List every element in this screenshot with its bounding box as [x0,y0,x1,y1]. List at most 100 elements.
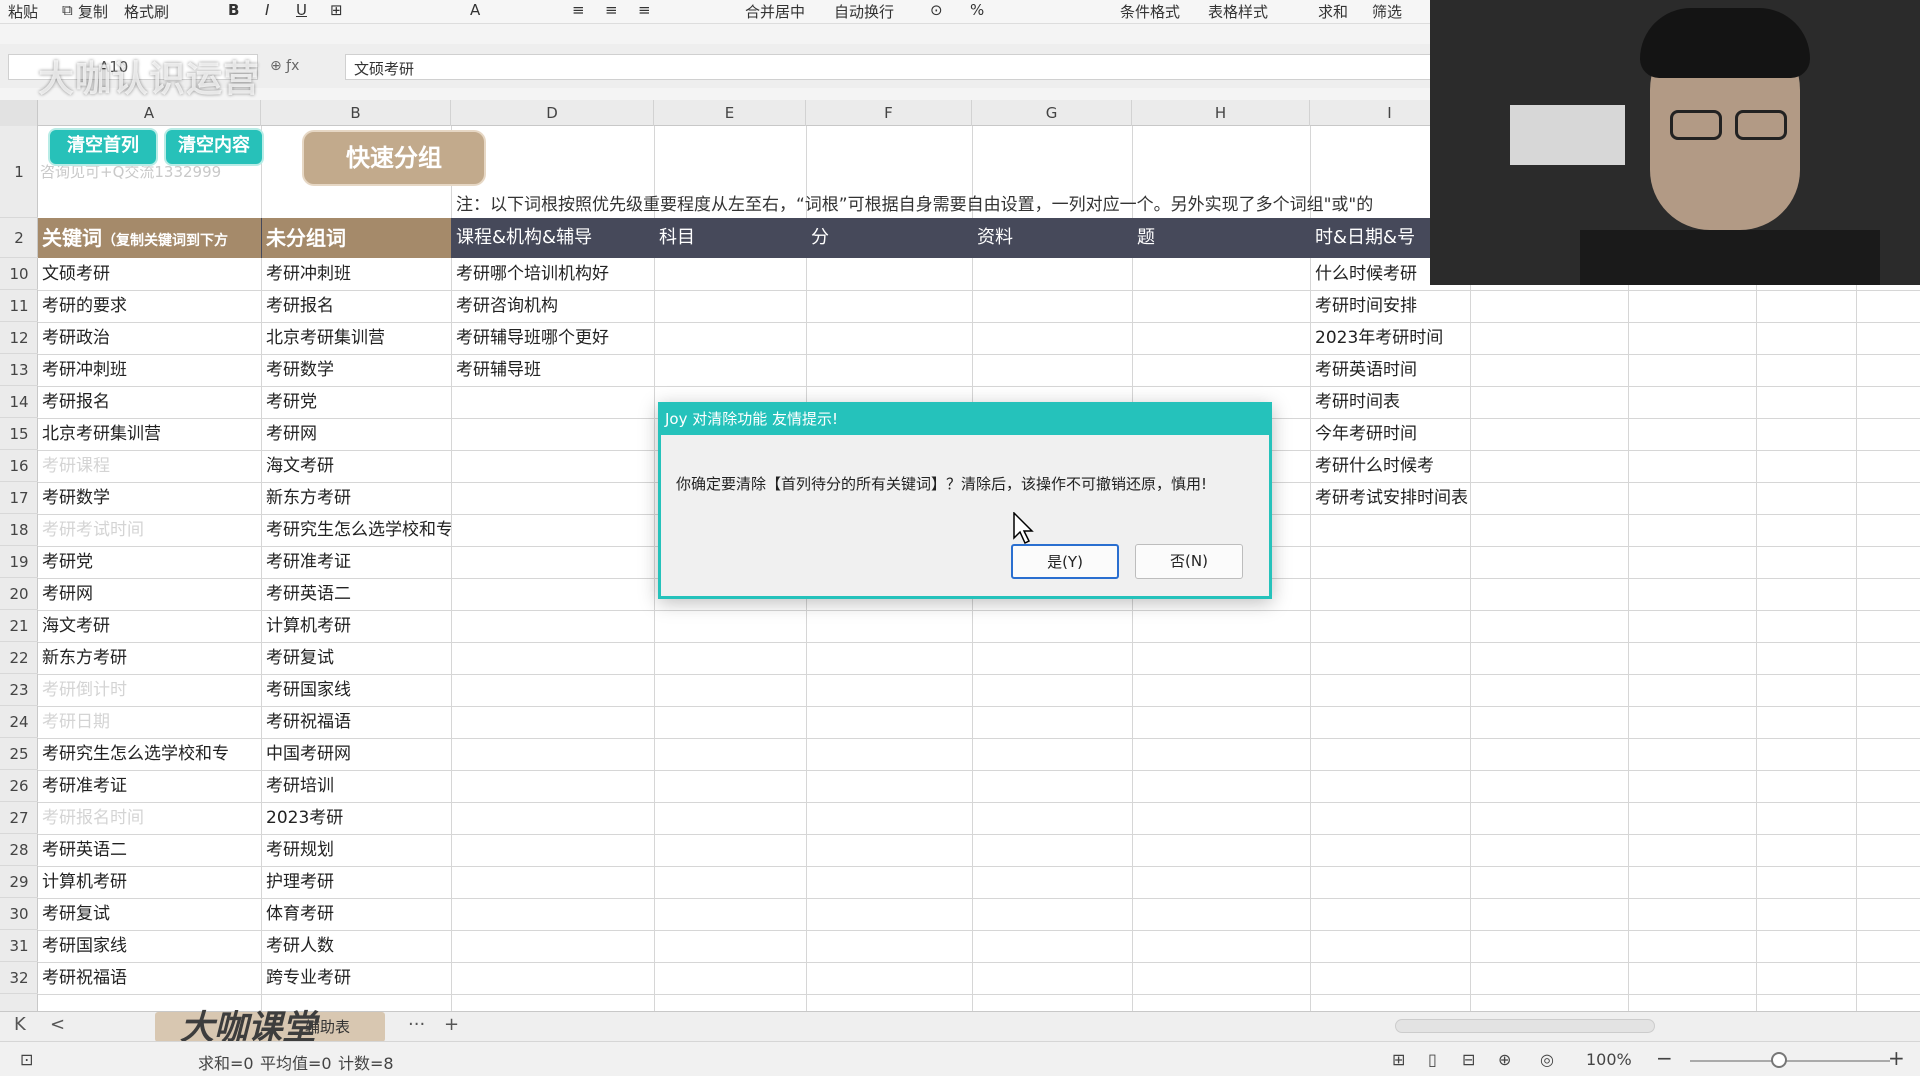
paste-button[interactable]: 粘贴 [8,1,38,22]
copy-button[interactable]: 复制 [78,1,108,22]
ungrouped-cell[interactable]: 考研英语二 [262,579,451,610]
ungrouped-cell[interactable]: 考研党 [262,387,451,418]
keyword-cell[interactable]: 考研国家线 [38,931,261,962]
more-sheets-button[interactable]: ··· [408,1014,425,1035]
reading-mode-icon[interactable]: ⊕ [1498,1050,1511,1069]
keyword-cell[interactable]: 海文考研 [38,611,261,642]
font-color-icon[interactable]: A [470,1,480,19]
row-header[interactable]: 15 [0,418,38,450]
align-center-icon[interactable]: ≡ [605,1,618,19]
ungrouped-cell[interactable]: 考研准考证 [262,547,451,578]
clear-content-button[interactable]: 清空内容 [164,128,264,166]
time-cell[interactable]: 考研英语时间 [1311,355,1470,386]
row-header[interactable]: 20 [0,578,38,610]
ungrouped-cell[interactable]: 考研网 [262,419,451,450]
add-sheet-button[interactable]: + [444,1014,459,1035]
ungrouped-cell[interactable]: 考研祝福语 [262,707,451,738]
keyword-cell[interactable]: 考研报名时间 [38,803,261,834]
row-header[interactable]: 11 [0,290,38,322]
ungrouped-cell[interactable]: 护理考研 [262,867,451,898]
keyword-cell[interactable]: 考研数学 [38,483,261,514]
eye-protection-icon[interactable]: ◎ [1540,1050,1554,1069]
fx-icon[interactable]: ⊕ ƒx [270,58,299,74]
keyword-cell[interactable]: 考研考试时间 [38,515,261,546]
ungrouped-cell[interactable]: 新东方考研 [262,483,451,514]
keyword-cell[interactable]: 考研日期 [38,707,261,738]
row-header[interactable]: 10 [0,258,38,290]
conditional-format-button[interactable]: 条件格式 [1120,1,1180,22]
column-header-f[interactable]: F [806,100,972,126]
table-style-button[interactable]: 表格样式 [1208,1,1268,22]
row-header[interactable]: 23 [0,674,38,706]
no-button[interactable]: 否(N) [1135,544,1243,579]
ungrouped-cell[interactable]: 北京考研集训营 [262,323,451,354]
page-break-icon[interactable]: ⊟ [1462,1050,1475,1069]
keyword-cell[interactable]: 考研的要求 [38,291,261,322]
keyword-cell[interactable]: 考研倒计时 [38,675,261,706]
row-header[interactable]: 27 [0,802,38,834]
row-header[interactable]: 22 [0,642,38,674]
row-header[interactable]: 17 [0,482,38,514]
ungrouped-cell[interactable]: 考研规划 [262,835,451,866]
time-cell[interactable]: 考研什么时候考 [1311,451,1470,482]
ungrouped-cell[interactable]: 考研究生怎么选学校和专 [262,515,451,546]
course-cell[interactable]: 考研辅导班 [452,355,654,386]
keyword-cell[interactable]: 考研网 [38,579,261,610]
zoom-in-button[interactable]: + [1888,1046,1905,1070]
ungrouped-cell[interactable]: 考研人数 [262,931,451,962]
prev-sheet-button[interactable]: < [50,1014,65,1035]
zoom-out-button[interactable]: − [1656,1046,1673,1070]
row-header[interactable]: 14 [0,386,38,418]
column-header-a[interactable]: A [38,100,261,126]
copy-icon[interactable]: ⧉ [62,1,73,19]
row-header[interactable]: 19 [0,546,38,578]
merge-center-button[interactable]: 合并居中 [745,1,805,22]
row-header[interactable]: 28 [0,834,38,866]
keyword-cell[interactable]: 考研祝福语 [38,963,261,994]
keyword-cell[interactable]: 考研准考证 [38,771,261,802]
time-cell[interactable]: 2023年考研时间 [1311,323,1470,354]
row-header[interactable]: 26 [0,770,38,802]
yes-button[interactable]: 是(Y) [1011,544,1119,579]
keyword-cell[interactable]: 考研党 [38,547,261,578]
underline-icon[interactable]: U [296,1,307,19]
row-header[interactable]: 21 [0,610,38,642]
row-header[interactable]: 24 [0,706,38,738]
keyword-cell[interactable]: 计算机考研 [38,867,261,898]
clear-first-column-button[interactable]: 清空首列 [48,128,158,166]
row-header[interactable]: 31 [0,930,38,962]
row-header[interactable]: 2 [0,218,38,258]
macro-icon[interactable]: ⊡ [20,1050,33,1069]
currency-icon[interactable]: ⊙ [930,1,943,19]
sum-button[interactable]: 求和 [1318,1,1348,22]
ungrouped-cell[interactable]: 考研冲刺班 [262,259,451,290]
ungrouped-cell[interactable]: 体育考研 [262,899,451,930]
ungrouped-cell[interactable]: 考研培训 [262,771,451,802]
italic-icon[interactable]: I [265,1,269,19]
ungrouped-cell[interactable]: 跨专业考研 [262,963,451,994]
format-painter-button[interactable]: 格式刷 [124,1,169,22]
ungrouped-cell[interactable]: 中国考研网 [262,739,451,770]
row-header[interactable]: 13 [0,354,38,386]
ungrouped-cell[interactable]: 计算机考研 [262,611,451,642]
horizontal-scrollbar[interactable] [1395,1019,1655,1033]
align-right-icon[interactable]: ≡ [638,1,651,19]
row-header[interactable]: 29 [0,866,38,898]
column-header-e[interactable]: E [654,100,806,126]
row-header[interactable]: 30 [0,898,38,930]
column-header-b[interactable]: B [261,100,451,126]
column-header-g[interactable]: G [972,100,1132,126]
row-header[interactable]: 12 [0,322,38,354]
keyword-cell[interactable]: 考研政治 [38,323,261,354]
course-cell[interactable]: 考研辅导班哪个更好 [452,323,654,354]
bold-icon[interactable]: B [228,1,239,19]
percent-icon[interactable]: % [970,1,984,19]
align-left-icon[interactable]: ≡ [572,1,585,19]
ungrouped-cell[interactable]: 海文考研 [262,451,451,482]
column-header-d[interactable]: D [451,100,654,126]
ungrouped-cell[interactable]: 考研数学 [262,355,451,386]
course-cell[interactable]: 考研咨询机构 [452,291,654,322]
row-header[interactable]: 32 [0,962,38,994]
keyword-cell[interactable]: 文硕考研 [38,259,261,290]
keyword-cell[interactable]: 北京考研集训营 [38,419,261,450]
